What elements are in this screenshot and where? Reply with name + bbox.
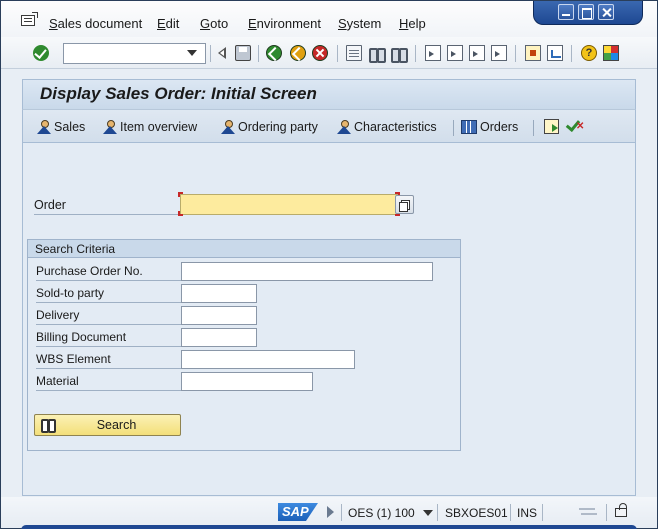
person-icon bbox=[336, 120, 353, 134]
menu-help[interactable]: Help bbox=[399, 16, 426, 31]
search-criteria-group: Search Criteria Purchase Order No. Sold-… bbox=[27, 239, 461, 451]
status-separator bbox=[510, 504, 511, 521]
menu-edit[interactable]: Edit bbox=[157, 16, 179, 31]
person-icon bbox=[36, 120, 53, 134]
exit-icon[interactable] bbox=[290, 45, 306, 61]
standard-toolbar: ? bbox=[1, 37, 657, 69]
customize-layout-icon[interactable] bbox=[603, 45, 619, 61]
menu-bar: Sales document Edit Goto Environment Sys… bbox=[1, 1, 657, 37]
maximize-icon[interactable] bbox=[578, 4, 594, 20]
toolbar-separator bbox=[571, 45, 572, 62]
focus-marker bbox=[178, 192, 183, 197]
status-separator bbox=[542, 504, 543, 521]
item-overview-button[interactable]: Item overview bbox=[102, 118, 197, 136]
create-session-icon[interactable] bbox=[525, 45, 541, 61]
cancel-icon[interactable] bbox=[312, 45, 328, 61]
status-separator bbox=[341, 504, 342, 521]
menu-sales-document[interactable]: Sales document bbox=[49, 16, 142, 31]
person-icon bbox=[102, 120, 119, 134]
check-icon[interactable] bbox=[568, 118, 584, 134]
delivery-input[interactable] bbox=[181, 306, 257, 325]
orders-button-label: Orders bbox=[480, 120, 519, 134]
wbs-element-input[interactable] bbox=[181, 350, 355, 369]
next-page-icon[interactable] bbox=[469, 45, 485, 61]
material-input[interactable] bbox=[181, 372, 313, 391]
status-separator bbox=[437, 504, 438, 521]
search-button-label: Search bbox=[96, 418, 137, 432]
search-criteria-title: Search Criteria bbox=[28, 240, 460, 258]
focus-marker bbox=[178, 211, 183, 216]
page-title: Display Sales Order: Initial Screen bbox=[40, 84, 317, 103]
server-info: SBXOES01 bbox=[445, 506, 508, 520]
window-controls bbox=[533, 1, 643, 25]
billing-document-label: Billing Document bbox=[36, 329, 182, 347]
system-dropdown-icon[interactable] bbox=[423, 510, 433, 516]
orders-list-icon bbox=[461, 120, 477, 134]
sold-to-party-label: Sold-to party bbox=[36, 285, 182, 303]
order-label: Order bbox=[34, 198, 182, 215]
insert-mode: INS bbox=[517, 506, 538, 520]
sold-to-party-input[interactable] bbox=[181, 284, 257, 303]
previous-page-icon[interactable] bbox=[447, 45, 463, 61]
material-label: Material bbox=[36, 373, 182, 391]
toolbar-separator bbox=[415, 45, 416, 62]
minimize-icon[interactable] bbox=[558, 4, 574, 20]
menu-system[interactable]: System bbox=[338, 16, 381, 31]
connection-icon bbox=[579, 507, 597, 517]
orders-button[interactable]: Orders bbox=[461, 118, 518, 136]
status-separator bbox=[606, 504, 607, 521]
back-icon[interactable] bbox=[266, 45, 282, 61]
menu-environment[interactable]: Environment bbox=[248, 16, 321, 31]
history-back-arrow-icon[interactable] bbox=[215, 45, 231, 61]
last-page-icon[interactable] bbox=[491, 45, 507, 61]
help-icon[interactable]: ? bbox=[581, 45, 597, 61]
lock-icon bbox=[615, 503, 627, 517]
system-info: OES (1) 100 bbox=[348, 506, 415, 520]
window-bottom-edge bbox=[21, 525, 637, 529]
purchase-order-input[interactable] bbox=[181, 262, 433, 281]
menu-goto[interactable]: Goto bbox=[200, 16, 228, 31]
work-area: Order Search Criteria Purchase Order No.… bbox=[22, 143, 636, 496]
create-shortcut-icon[interactable] bbox=[547, 45, 563, 61]
find-next-icon[interactable] bbox=[390, 45, 408, 63]
search-button[interactable]: Search bbox=[34, 414, 181, 436]
toolbar-separator bbox=[337, 45, 338, 62]
ordering-party-button-label: Ordering party bbox=[238, 120, 318, 134]
save-icon[interactable] bbox=[235, 45, 251, 61]
item-overview-button-label: Item overview bbox=[120, 120, 198, 134]
sap-window: Sales document Edit Goto Environment Sys… bbox=[0, 0, 658, 529]
value-help-icon[interactable] bbox=[395, 195, 414, 214]
print-icon[interactable] bbox=[346, 45, 362, 61]
toolbar-separator bbox=[258, 45, 259, 62]
enter-check-icon[interactable] bbox=[33, 45, 49, 61]
command-field[interactable] bbox=[63, 43, 206, 64]
close-icon[interactable] bbox=[598, 4, 614, 20]
first-page-icon[interactable] bbox=[425, 45, 441, 61]
sales-button-label: Sales bbox=[54, 120, 86, 134]
application-toolbar: Sales Item overview Ordering party Chara… bbox=[22, 109, 636, 143]
toolbar-separator bbox=[453, 120, 454, 136]
status-expand-icon[interactable] bbox=[327, 506, 334, 518]
toolbar-separator bbox=[210, 45, 211, 62]
other-document-icon[interactable] bbox=[544, 119, 559, 134]
ordering-party-button[interactable]: Ordering party bbox=[220, 118, 318, 136]
title-bar: Display Sales Order: Initial Screen bbox=[22, 79, 636, 109]
system-menu-icon[interactable] bbox=[21, 12, 38, 26]
toolbar-separator bbox=[533, 120, 534, 136]
sap-logo: SAP bbox=[278, 503, 318, 521]
characteristics-button[interactable]: Characteristics bbox=[336, 118, 437, 136]
command-dropdown-icon[interactable] bbox=[187, 50, 197, 56]
billing-document-input[interactable] bbox=[181, 328, 257, 347]
sales-button[interactable]: Sales bbox=[36, 118, 85, 136]
wbs-element-label: WBS Element bbox=[36, 351, 182, 369]
characteristics-button-label: Characteristics bbox=[354, 120, 437, 134]
delivery-label: Delivery bbox=[36, 307, 182, 325]
purchase-order-label: Purchase Order No. bbox=[36, 263, 182, 281]
person-icon bbox=[220, 120, 237, 134]
toolbar-separator bbox=[515, 45, 516, 62]
status-bar: SAP OES (1) 100 SBXOES01 INS bbox=[1, 497, 657, 528]
find-icon[interactable] bbox=[368, 45, 386, 63]
order-input[interactable] bbox=[180, 194, 399, 215]
